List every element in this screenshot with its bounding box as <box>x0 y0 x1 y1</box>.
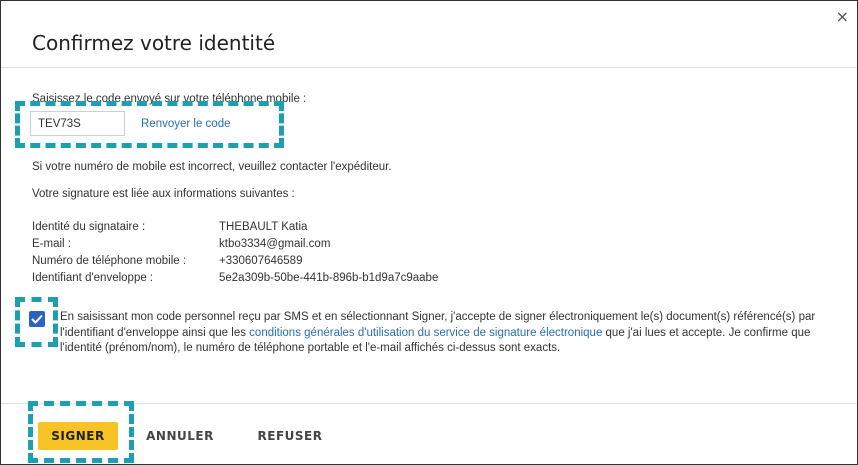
envelope-id-label: Identifiant d'enveloppe : <box>32 272 154 284</box>
sign-button[interactable]: SIGNER <box>38 422 118 450</box>
cancel-button[interactable]: ANNULER <box>144 422 216 450</box>
terms-link[interactable]: conditions générales d'utilisation du se… <box>249 327 602 339</box>
phone-value: +330607646589 <box>219 255 303 267</box>
email-label: E-mail : <box>32 238 71 250</box>
consent-checkbox[interactable] <box>29 311 45 327</box>
checkmark-icon <box>31 314 43 324</box>
sms-code-input[interactable] <box>30 111 125 136</box>
code-prompt: Saisissez le code envoyé sur votre télép… <box>32 93 307 105</box>
close-icon[interactable]: × <box>836 9 849 25</box>
refuse-button[interactable]: REFUSER <box>257 422 323 450</box>
dialog-title: Confirmez votre identité <box>32 31 276 55</box>
header-divider <box>1 67 857 68</box>
phone-label: Numéro de téléphone mobile : <box>32 255 187 267</box>
email-value: ktbo3334@gmail.com <box>219 238 331 250</box>
envelope-id-value: 5e2a309b-50be-441b-896b-b1d9a7c9aabe <box>219 272 439 284</box>
signer-identity-value: THEBAULT Katia <box>219 221 308 233</box>
incorrect-number-notice: Si votre numéro de mobile est incorrect,… <box>32 161 392 173</box>
consent-text: En saisissant mon code personnel reçu pa… <box>60 310 850 357</box>
signature-info-intro: Votre signature est liée aux information… <box>32 188 295 200</box>
signer-identity-label: Identité du signataire : <box>32 221 146 233</box>
resend-code-link[interactable]: Renvoyer le code <box>141 118 231 130</box>
footer-divider <box>1 403 857 404</box>
identity-dialog: × Confirmez votre identité Saisissez le … <box>0 0 858 465</box>
